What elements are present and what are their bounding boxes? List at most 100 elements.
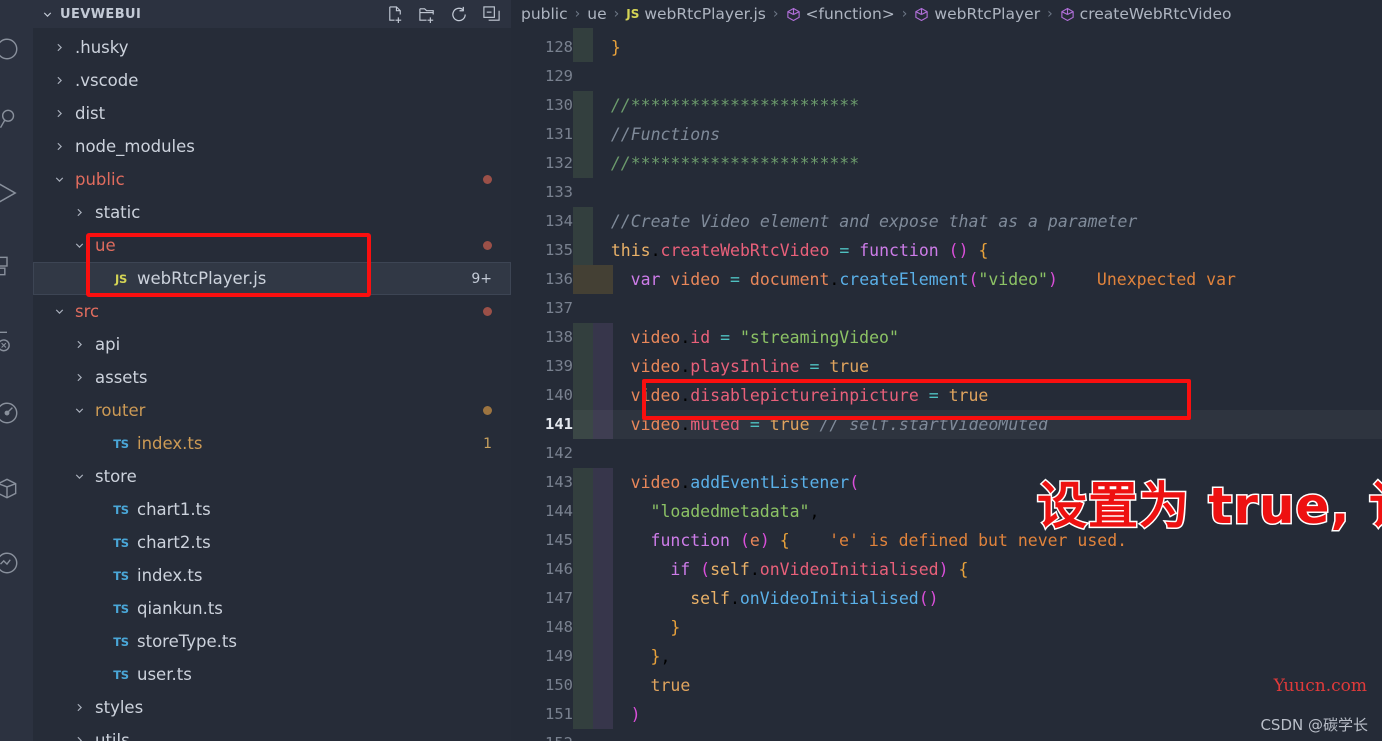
graph-icon[interactable]	[0, 540, 30, 586]
search-icon[interactable]	[0, 96, 30, 142]
line-text: video.playsInline = true	[630, 357, 870, 376]
tree-item-storetype-ts[interactable]: TS storeType.ts	[33, 625, 511, 658]
breadcrumb-separator: ›	[574, 6, 581, 22]
code-line-128[interactable]: 128}	[511, 33, 1382, 62]
chevron-right-icon	[51, 140, 67, 153]
tree-item-label: router	[95, 401, 146, 420]
ts-file-icon: TS	[113, 601, 129, 616]
package-icon[interactable]	[0, 465, 30, 511]
chevron-down-icon	[51, 305, 67, 318]
tree-item-chart2-ts[interactable]: TS chart2.ts	[33, 526, 511, 559]
file-tree[interactable]: .husky .vscode dist node_modulespublic stati…	[33, 28, 511, 741]
breadcrumb-label: public	[521, 5, 568, 23]
tree-item-label: store	[95, 467, 137, 486]
tree-item-dist[interactable]: dist	[33, 97, 511, 130]
code-line-133[interactable]: 133	[511, 178, 1382, 207]
tree-item-router[interactable]: router	[33, 394, 511, 427]
code-line-152[interactable]: 152	[511, 729, 1382, 741]
line-number: 146	[545, 560, 573, 578]
code-line-141[interactable]: 141 video.muted = true // self.startVideo…	[511, 410, 1382, 439]
breadcrumb-separator: ›	[1047, 6, 1053, 22]
line-number: 130	[545, 96, 573, 114]
line-number: 151	[545, 705, 573, 723]
explorer-title-bar[interactable]: UEVWEBUI	[33, 0, 511, 28]
code-line-140[interactable]: 140 video.disablepictureinpicture = true	[511, 381, 1382, 410]
breadcrumb-item-public[interactable]: public	[521, 5, 568, 23]
code-line-148[interactable]: 148}	[511, 613, 1382, 642]
run-icon[interactable]	[0, 170, 30, 216]
line-number: 143	[545, 473, 573, 491]
tree-item-label: node_modules	[75, 137, 195, 156]
code-line-134[interactable]: 134 //Create Video element and expose tha…	[511, 207, 1382, 236]
code-line-142[interactable]: 142	[511, 439, 1382, 468]
line-text: video.disablepictureinpicture = true	[630, 386, 989, 405]
tree-item-label: storeType.ts	[137, 632, 237, 651]
code-content[interactable]: 127onInitialLatencyTestingReady: functio…	[511, 4, 1382, 741]
code-line-135[interactable]: 135 this.createWebRtcVideo = function () …	[511, 236, 1382, 265]
line-number: 137	[545, 299, 573, 317]
chevron-down-icon	[71, 470, 87, 483]
line-number: 134	[545, 212, 573, 230]
explorer-icon[interactable]	[0, 26, 30, 72]
collapse-all-icon[interactable]	[482, 5, 501, 24]
code-line-149[interactable]: 149},	[511, 642, 1382, 671]
debug-console-icon[interactable]	[0, 390, 30, 436]
code-line-146[interactable]: 146 if (self.onVideoInitialised) {	[511, 555, 1382, 584]
code-line-129[interactable]: 129	[511, 62, 1382, 91]
code-line-137[interactable]: 137	[511, 294, 1382, 323]
code-line-151[interactable]: 151)	[511, 700, 1382, 729]
tree-item-label: user.ts	[137, 665, 192, 684]
code-line-138[interactable]: 138 video.id = "streamingVideo"	[511, 323, 1382, 352]
tree-item-label: src	[75, 302, 100, 321]
ts-file-icon: TS	[113, 436, 129, 451]
tree-item-assets[interactable]: assets	[33, 361, 511, 394]
tree-item-node_modules[interactable]: node_modules	[33, 130, 511, 163]
breadcrumb-item-ue[interactable]: ue	[587, 5, 606, 23]
code-line-136[interactable]: 136 var video = document.createElement("v…	[511, 265, 1382, 294]
tree-item-store[interactable]: store	[33, 460, 511, 493]
code-line-150[interactable]: 150 true	[511, 671, 1382, 700]
tree-item-index-ts[interactable]: TS index.ts 1	[33, 427, 511, 460]
symbol-function-icon	[786, 7, 801, 22]
tree-item-chart1-ts[interactable]: TS chart1.ts	[33, 493, 511, 526]
tree-item-src[interactable]: src	[33, 295, 511, 328]
code-line-130[interactable]: 130 //***********************	[511, 91, 1382, 120]
new-folder-icon[interactable]	[418, 5, 437, 24]
chevron-right-icon	[51, 74, 67, 87]
line-text: true	[650, 676, 691, 695]
chevron-right-icon	[71, 371, 87, 384]
line-text: )	[630, 705, 641, 724]
line-number: 144	[545, 502, 573, 520]
chevron-down-icon	[51, 173, 67, 186]
code-line-132[interactable]: 132 //***********************	[511, 149, 1382, 178]
tree-item-webrtcplayer-js[interactable]: JS webRtcPlayer.js 9+	[33, 262, 511, 295]
tree-item-api[interactable]: api	[33, 328, 511, 361]
tree-item-ue[interactable]: ue	[33, 229, 511, 262]
breadcrumb-item-webrtcplayer[interactable]: webRtcPlayer	[914, 5, 1040, 23]
remote-icon[interactable]	[0, 318, 30, 364]
tree-item--husky[interactable]: .husky	[33, 31, 511, 64]
tree-item-qiankun-ts[interactable]: TS qiankun.ts	[33, 592, 511, 625]
refresh-icon[interactable]	[450, 5, 469, 24]
tree-item-public[interactable]: public	[33, 163, 511, 196]
tree-item--vscode[interactable]: .vscode	[33, 64, 511, 97]
tree-item-utils[interactable]: utils	[33, 724, 511, 741]
tree-item-static[interactable]: static	[33, 196, 511, 229]
code-line-139[interactable]: 139 video.playsInline = true	[511, 352, 1382, 381]
tree-item-label: index.ts	[137, 434, 203, 453]
tree-item-styles[interactable]: styles	[33, 691, 511, 724]
breadcrumb-separator: ›	[613, 6, 620, 22]
breadcrumb-item-function[interactable]: <function>	[786, 5, 895, 23]
code-line-131[interactable]: 131 //Functions	[511, 120, 1382, 149]
breadcrumb-item-webrtcplayerjs[interactable]: JS webRtcPlayer.js	[626, 5, 766, 23]
breadcrumb[interactable]: public › ue › JS webRtcPlayer.js › <function> › w…	[511, 0, 1382, 28]
code-line-147[interactable]: 147 self.onVideoInitialised()	[511, 584, 1382, 613]
new-file-icon[interactable]	[386, 5, 405, 24]
extensions-icon[interactable]	[0, 243, 30, 289]
tree-item-index-ts[interactable]: TS index.ts	[33, 559, 511, 592]
tree-item-user-ts[interactable]: TS user.ts	[33, 658, 511, 691]
line-number: 149	[545, 647, 573, 665]
tree-item-badge: 1	[483, 435, 492, 452]
breadcrumb-item-createwebrtcvideo[interactable]: createWebRtcVideo	[1060, 5, 1231, 23]
line-text: },	[650, 647, 671, 666]
